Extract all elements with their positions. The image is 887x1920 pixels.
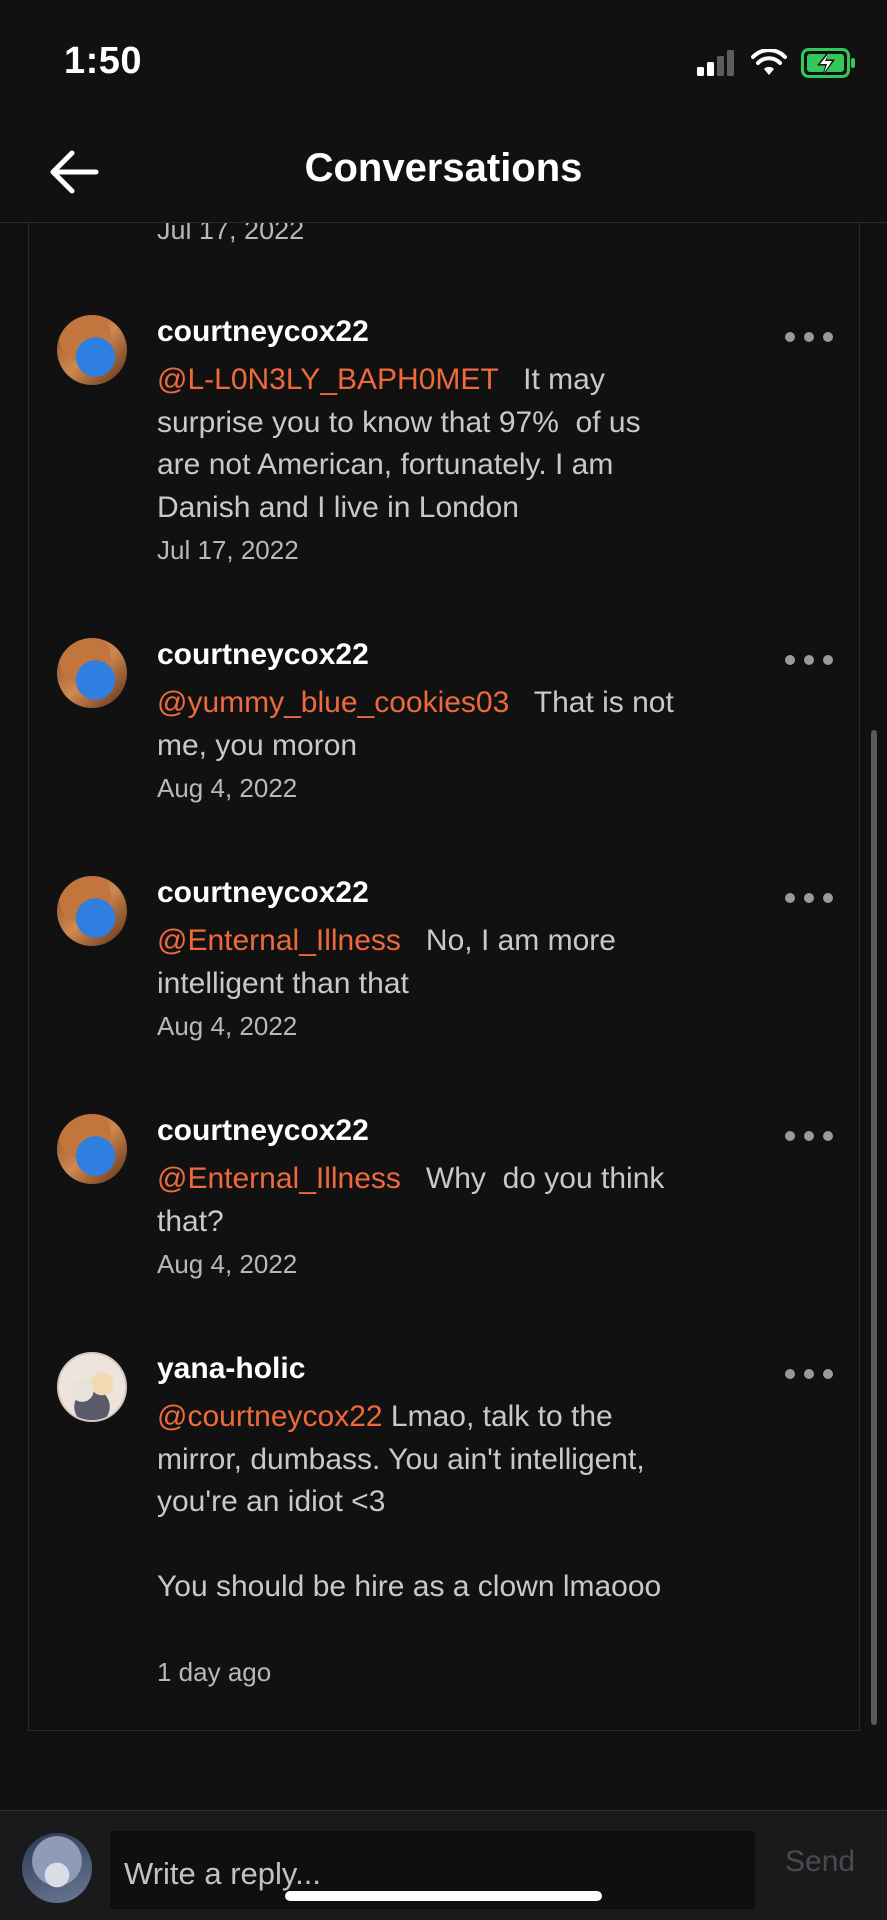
home-indicator[interactable] (285, 1891, 602, 1901)
wifi-icon (751, 49, 787, 75)
dot-icon (804, 893, 814, 903)
status-bar: 1:50 (0, 0, 887, 120)
more-options-button[interactable] (785, 1130, 833, 1142)
page-title: Conversations (304, 146, 583, 190)
avatar[interactable] (57, 1352, 127, 1422)
comment-body: @courtneycox22 Lmao, talk to the mirror,… (157, 1396, 677, 1609)
dot-icon (785, 655, 795, 665)
dot-icon (823, 332, 833, 342)
more-options-button[interactable] (785, 1368, 833, 1380)
avatar[interactable] (57, 638, 127, 708)
battery-charging-icon (801, 48, 855, 78)
more-options-button[interactable] (785, 892, 833, 904)
dot-icon (785, 1131, 795, 1141)
comment-username[interactable]: courtneycox22 (157, 1114, 369, 1148)
dot-icon (823, 1131, 833, 1141)
header: Conversations (0, 120, 887, 223)
comment-item: courtneycox22 @Enternal_Illness No, I am… (29, 876, 859, 1046)
comment-date: Aug 4, 2022 (157, 773, 298, 803)
comment-username[interactable]: courtneycox22 (157, 315, 369, 349)
comment-date: Aug 4, 2022 (157, 1249, 298, 1279)
conversation-thread[interactable]: Jul 17, 2022 courtneycox22 @L-L0N3LY_BAP… (28, 223, 860, 1731)
comment-date: Jul 17, 2022 (157, 535, 299, 565)
comment-date: Aug 4, 2022 (157, 1011, 298, 1041)
comment-username[interactable]: yana-holic (157, 1352, 305, 1386)
comment-body: @Enternal_Illness Why do you think that? (157, 1158, 677, 1243)
dot-icon (823, 893, 833, 903)
dot-icon (804, 332, 814, 342)
avatar[interactable] (57, 315, 127, 385)
dot-icon (804, 655, 814, 665)
mention-link[interactable]: @yummy_blue_cookies03 (157, 686, 509, 719)
comment-body: @yummy_blue_cookies03 That is not me, yo… (157, 682, 677, 767)
comment-item: courtneycox22 @L-L0N3LY_BAPH0MET It may … (29, 315, 859, 565)
comment-item: courtneycox22 @yummy_blue_cookies03 That… (29, 638, 859, 808)
avatar[interactable] (22, 1833, 92, 1903)
mention-link[interactable]: @courtneycox22 (157, 1400, 383, 1433)
dot-icon (785, 1369, 795, 1379)
comment-item: yana-holic @courtneycox22 Lmao, talk to … (29, 1352, 859, 1692)
scrollbar[interactable] (871, 730, 877, 1725)
more-options-button[interactable] (785, 654, 833, 666)
dot-icon (785, 893, 795, 903)
comment-body: @L-L0N3LY_BAPH0MET It may surprise you t… (157, 359, 677, 529)
dot-icon (823, 1369, 833, 1379)
comment-item: courtneycox22 @Enternal_Illness Why do y… (29, 1114, 859, 1284)
avatar[interactable] (57, 876, 127, 946)
dot-icon (823, 655, 833, 665)
mention-link[interactable]: @L-L0N3LY_BAPH0MET (157, 363, 498, 396)
comment-body: @Enternal_Illness No, I am more intellig… (157, 920, 677, 1005)
avatar[interactable] (57, 1114, 127, 1184)
cellular-signal-icon (697, 50, 734, 76)
status-icons (697, 46, 857, 80)
comment-date: 1 day ago (157, 1657, 272, 1687)
send-button[interactable]: Send (785, 1845, 855, 1879)
comment-username[interactable]: courtneycox22 (157, 638, 369, 672)
dot-icon (785, 332, 795, 342)
status-time: 1:50 (64, 40, 143, 82)
mention-link[interactable]: @Enternal_Illness (157, 924, 401, 957)
comment-date: Jul 17, 2022 (157, 223, 305, 245)
more-options-button[interactable] (785, 331, 833, 343)
dot-icon (804, 1131, 814, 1141)
reply-bar: Send (0, 1810, 887, 1920)
comment-username[interactable]: courtneycox22 (157, 876, 369, 910)
dot-icon (804, 1369, 814, 1379)
mention-link[interactable]: @Enternal_Illness (157, 1162, 401, 1195)
